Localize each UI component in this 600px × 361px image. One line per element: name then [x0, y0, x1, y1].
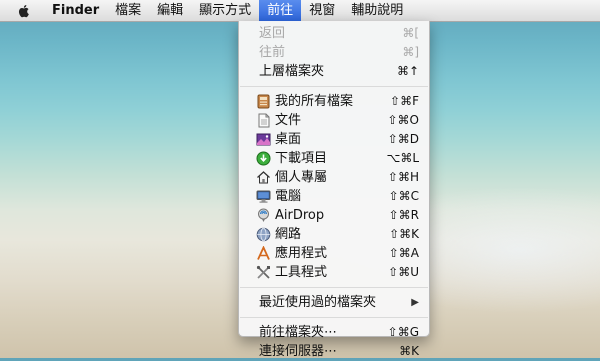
- menu-item-network[interactable]: 網路 ⇧⌘K: [239, 225, 429, 244]
- menu-item-label: 文件: [275, 113, 302, 128]
- shortcut: ⌘↑: [396, 64, 419, 78]
- shortcut: ⇧⌘R: [388, 208, 419, 222]
- menu-item-all-my-files[interactable]: 我的所有檔案 ⇧⌘F: [239, 92, 429, 111]
- menu-item-label: 返回: [259, 26, 286, 41]
- menu-item-label: 工具程式: [275, 265, 328, 280]
- shortcut: ⌘[: [402, 26, 419, 40]
- shortcut: ⇧⌘F: [390, 94, 419, 108]
- menu-item-applications[interactable]: 應用程式 ⇧⌘A: [239, 244, 429, 263]
- menu-item-airdrop[interactable]: AirDrop ⇧⌘R: [239, 206, 429, 225]
- all-my-files-icon: [257, 94, 270, 109]
- menu-item-go-to-folder[interactable]: 前往檔案夾⋯ ⇧⌘G: [239, 323, 429, 342]
- menu-item-forward[interactable]: 往前 ⌘]: [239, 43, 429, 62]
- home-icon: [257, 171, 270, 184]
- menu-item-utilities[interactable]: 工具程式 ⇧⌘U: [239, 263, 429, 282]
- shortcut: ⇧⌘U: [388, 265, 419, 279]
- separator: [240, 317, 428, 318]
- shortcut: ⇧⌘O: [387, 113, 420, 127]
- applications-icon: [257, 246, 270, 260]
- computer-icon: [256, 190, 271, 203]
- separator: [240, 287, 428, 288]
- menu-window[interactable]: 視窗: [301, 0, 343, 22]
- menu-item-label: 我的所有檔案: [275, 94, 354, 109]
- submenu-arrow-icon: ▶: [411, 297, 419, 308]
- menu-item-label: 應用程式: [275, 246, 328, 261]
- shortcut: ⌘K: [399, 344, 419, 358]
- menu-item-label: 個人專屬: [275, 170, 328, 185]
- menu-item-computer[interactable]: 電腦 ⇧⌘C: [239, 187, 429, 206]
- menu-finder[interactable]: Finder: [44, 0, 107, 22]
- network-icon: [256, 227, 271, 242]
- menu-item-documents[interactable]: 文件 ⇧⌘O: [239, 111, 429, 130]
- shortcut: ⇧⌘G: [387, 325, 419, 339]
- menu-item-label: 前往檔案夾⋯: [259, 325, 338, 340]
- menu-item-label: 網路: [275, 227, 302, 242]
- go-menu-dropdown: 返回 ⌘[ 往前 ⌘] 上層檔案夾 ⌘↑ 我的所有檔案 ⇧⌘F 文件 ⇧⌘O 桌…: [238, 21, 430, 359]
- menu-item-label: 往前: [259, 45, 286, 60]
- menu-item-connect-to-server[interactable]: 連接伺服器⋯ ⌘K: [239, 342, 429, 361]
- menu-bar: Finder 檔案 編輯 顯示方式 前往 視窗 輔助說明: [0, 0, 600, 22]
- menu-item-label: 下載項目: [275, 151, 328, 166]
- apple-icon[interactable]: [16, 3, 32, 19]
- menu-help[interactable]: 輔助說明: [343, 0, 411, 22]
- menu-item-home[interactable]: 個人專屬 ⇧⌘H: [239, 168, 429, 187]
- shortcut: ⇧⌘C: [388, 189, 419, 203]
- menu-file[interactable]: 檔案: [107, 0, 149, 22]
- shortcut: ⌥⌘L: [386, 151, 419, 165]
- menu-item-label: 連接伺服器⋯: [259, 344, 338, 359]
- menu-item-label: 電腦: [275, 189, 302, 204]
- menu-item-desktop[interactable]: 桌面 ⇧⌘D: [239, 130, 429, 149]
- separator: [240, 86, 428, 87]
- menu-item-downloads[interactable]: 下載項目 ⌥⌘L: [239, 149, 429, 168]
- menu-item-label: AirDrop: [275, 208, 325, 223]
- menu-go[interactable]: 前往: [259, 0, 302, 22]
- menu-item-label: 最近使用過的檔案夾: [259, 295, 377, 310]
- menu-item-enclosing-folder[interactable]: 上層檔案夾 ⌘↑: [239, 62, 429, 81]
- menu-view[interactable]: 顯示方式: [191, 0, 259, 22]
- shortcut: ⇧⌘H: [387, 170, 419, 184]
- menu-item-label: 上層檔案夾: [259, 64, 325, 79]
- desktop-icon: [256, 133, 271, 146]
- shortcut: ⇧⌘K: [389, 227, 419, 241]
- airdrop-icon: [258, 208, 269, 222]
- menu-item-label: 桌面: [275, 132, 302, 147]
- menu-edit[interactable]: 編輯: [149, 0, 191, 22]
- menu-item-recent-folders[interactable]: 最近使用過的檔案夾 ▶: [239, 293, 429, 312]
- downloads-icon: [256, 151, 271, 166]
- utilities-icon: [256, 265, 270, 279]
- shortcut: ⌘]: [402, 45, 419, 59]
- shortcut: ⇧⌘A: [388, 246, 419, 260]
- documents-icon: [258, 113, 270, 128]
- shortcut: ⇧⌘D: [387, 132, 419, 146]
- menu-item-back[interactable]: 返回 ⌘[: [239, 24, 429, 43]
